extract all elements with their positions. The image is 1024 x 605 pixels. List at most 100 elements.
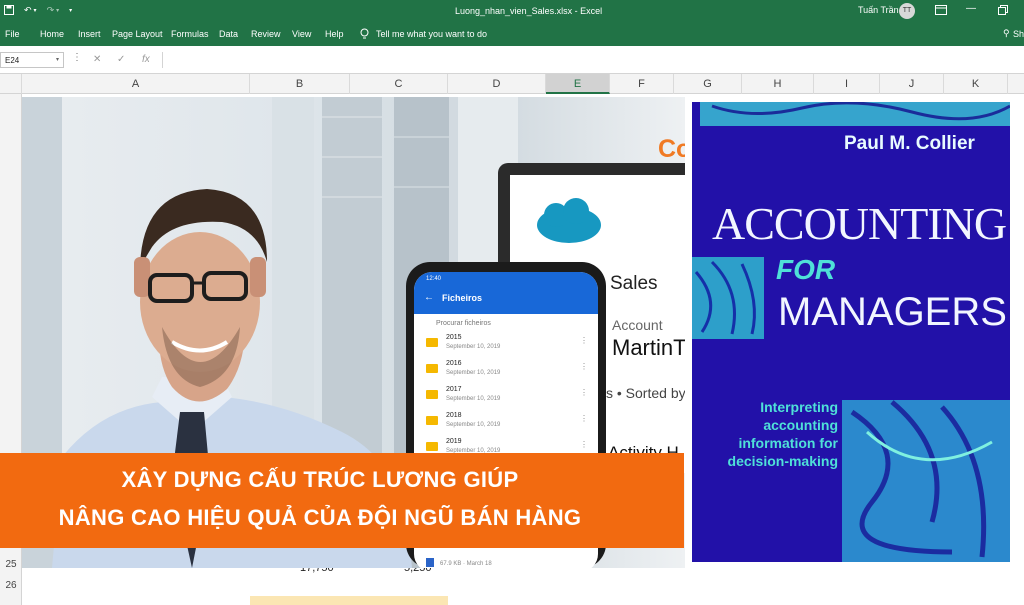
user-name[interactable]: Tuấn Trần bbox=[858, 5, 899, 15]
tab-file[interactable]: File bbox=[5, 29, 20, 39]
title-separator: - bbox=[574, 6, 578, 16]
phone-search: Procurar ficheiros bbox=[436, 320, 491, 327]
folder-name: 2015 bbox=[446, 334, 462, 341]
avatar[interactable]: TT bbox=[899, 3, 915, 19]
folder-icon bbox=[426, 416, 438, 425]
column-header-k[interactable]: K bbox=[944, 74, 1008, 94]
redo-icon[interactable]: ↷ bbox=[47, 5, 55, 16]
banner-line-2: NÂNG CAO HIỆU QUẢ CỦA ĐỘI NGŨ BÁN HÀNG bbox=[58, 505, 582, 530]
column-header-h[interactable]: H bbox=[742, 74, 814, 94]
laptop-sorted-label: s • Sorted by bbox=[606, 385, 685, 401]
row-header-26[interactable]: 26 bbox=[0, 580, 22, 591]
name-box[interactable]: E24 ▾ bbox=[0, 52, 64, 68]
book-subtitle-line: information for bbox=[738, 435, 838, 451]
customize-toolbar-icon[interactable]: ▾ bbox=[69, 7, 72, 16]
more-icon: ⋮ bbox=[580, 388, 588, 397]
select-all-corner[interactable] bbox=[0, 74, 22, 94]
formula-input[interactable] bbox=[162, 52, 1024, 68]
column-header-e[interactable]: E bbox=[546, 74, 610, 94]
folder-name: 2018 bbox=[446, 412, 462, 419]
phone-title: Ficheiros bbox=[442, 293, 483, 303]
undo-icon[interactable]: ↶ bbox=[24, 5, 32, 16]
save-icon[interactable] bbox=[4, 5, 14, 15]
book-subtitle: Interpreting accounting information for … bbox=[704, 398, 838, 470]
column-header-f[interactable]: F bbox=[610, 74, 674, 94]
more-options-icon[interactable]: ⋮ bbox=[72, 52, 82, 63]
name-box-value: E24 bbox=[5, 56, 20, 65]
tab-formulas[interactable]: Formulas bbox=[171, 29, 209, 39]
app-name: Excel bbox=[580, 6, 603, 16]
undo-dropdown-icon[interactable]: ▾ bbox=[34, 7, 37, 16]
more-icon: ⋮ bbox=[580, 414, 588, 423]
column-header-d[interactable]: D bbox=[448, 74, 546, 94]
tab-review[interactable]: Review bbox=[251, 29, 281, 39]
share-button[interactable]: Sh bbox=[1013, 29, 1024, 39]
ribbon-display-icon[interactable] bbox=[935, 5, 947, 15]
promo-banner: XÂY DỰNG CẤU TRÚC LƯƠNG GIÚP NÂNG CAO HI… bbox=[0, 453, 684, 548]
column-header-b[interactable]: B bbox=[250, 74, 350, 94]
folder-icon bbox=[426, 390, 438, 399]
tab-data[interactable]: Data bbox=[219, 29, 238, 39]
more-icon: ⋮ bbox=[580, 362, 588, 371]
folder-icon bbox=[426, 442, 438, 451]
back-arrow-icon: ← bbox=[424, 292, 434, 303]
folder-name: 2019 bbox=[446, 438, 462, 445]
cancel-icon[interactable]: ✕ bbox=[93, 54, 101, 65]
folder-icon bbox=[426, 364, 438, 373]
banner-line-1: XÂY DỰNG CẤU TRÚC LƯƠNG GIÚP bbox=[121, 467, 519, 492]
row-header-25[interactable]: 25 bbox=[0, 559, 22, 570]
book-title-2: MANAGERS bbox=[778, 290, 1007, 334]
list-item: 2018 September 10, 2019 ⋮ bbox=[414, 410, 598, 436]
restore-icon[interactable] bbox=[998, 5, 1008, 15]
book-title-1: ACCOUNTING bbox=[712, 198, 1007, 249]
column-header-j[interactable]: J bbox=[880, 74, 944, 94]
tab-home[interactable]: Home bbox=[40, 29, 64, 39]
tab-insert[interactable]: Insert bbox=[78, 29, 101, 39]
list-item: 2015 September 10, 2019 ⋮ bbox=[414, 332, 598, 358]
book-subtitle-line: accounting bbox=[763, 417, 838, 433]
quick-access-toolbar: ↶ ▾ ↷ ▾ ▾ bbox=[4, 5, 72, 16]
window-title: Luong_nhan_vien_Sales.xlsx - Excel bbox=[455, 6, 602, 16]
ribbon-tabs: File Home Insert Page Layout Formulas Da… bbox=[0, 22, 1024, 46]
title-bar: ↶ ▾ ↷ ▾ ▾ Luong_nhan_vien_Sales.xlsx - E… bbox=[0, 0, 1024, 22]
folder-name: 2017 bbox=[446, 386, 462, 393]
laptop-account-name: MartinTo bbox=[612, 335, 685, 360]
phone-time: 12:40 bbox=[426, 276, 442, 282]
name-box-dropdown-icon[interactable]: ▾ bbox=[56, 56, 59, 63]
folder-list: 2015 September 10, 2019 ⋮ 2016 September… bbox=[414, 332, 598, 462]
book-subtitle-line: decision-making bbox=[727, 453, 838, 469]
folder-date: September 10, 2019 bbox=[446, 344, 501, 350]
tab-view[interactable]: View bbox=[292, 29, 311, 39]
lightbulb-icon bbox=[360, 28, 369, 39]
tab-page-layout[interactable]: Page Layout bbox=[112, 29, 163, 39]
minimize-icon[interactable]: — bbox=[966, 3, 976, 14]
share-icon[interactable]: ⚲ bbox=[1003, 28, 1010, 39]
file-name: Luong_nhan_vien_Sales.xlsx bbox=[455, 6, 573, 16]
laptop-corner-text: Co bbox=[658, 135, 685, 163]
list-item: 2016 September 10, 2019 ⋮ bbox=[414, 358, 598, 384]
phone-header: 12:40 ← Ficheiros bbox=[414, 272, 598, 314]
enter-icon[interactable]: ✓ bbox=[117, 54, 125, 65]
tab-help[interactable]: Help bbox=[325, 29, 344, 39]
column-header-i[interactable]: I bbox=[814, 74, 880, 94]
laptop-sales-label: Sales bbox=[610, 273, 658, 294]
folder-date: September 10, 2019 bbox=[446, 396, 501, 402]
folder-name: 2016 bbox=[446, 360, 462, 367]
book-author: Paul M. Collier bbox=[844, 133, 975, 154]
redo-dropdown-icon[interactable]: ▾ bbox=[56, 7, 59, 16]
more-icon: ⋮ bbox=[580, 336, 588, 345]
laptop-account-label: Account bbox=[612, 317, 663, 333]
column-header-g[interactable]: G bbox=[674, 74, 742, 94]
column-header-c[interactable]: C bbox=[350, 74, 448, 94]
formula-bar-area: E24 ▾ ⋮ ✕ ✓ fx bbox=[0, 46, 1024, 74]
column-header-a[interactable]: A bbox=[22, 74, 250, 94]
embedded-book-cover[interactable]: Paul M. Collier ACCOUNTING FOR MANAGERS … bbox=[692, 102, 1010, 562]
book-title-for: FOR bbox=[776, 254, 836, 285]
highlighted-cells[interactable] bbox=[250, 596, 448, 605]
tell-me-search[interactable]: Tell me what you want to do bbox=[376, 29, 487, 39]
more-icon: ⋮ bbox=[580, 440, 588, 449]
book-subtitle-line: Interpreting bbox=[760, 399, 838, 415]
list-item: 2017 September 10, 2019 ⋮ bbox=[414, 384, 598, 410]
folder-icon bbox=[426, 338, 438, 347]
insert-function-icon[interactable]: fx bbox=[142, 54, 150, 65]
